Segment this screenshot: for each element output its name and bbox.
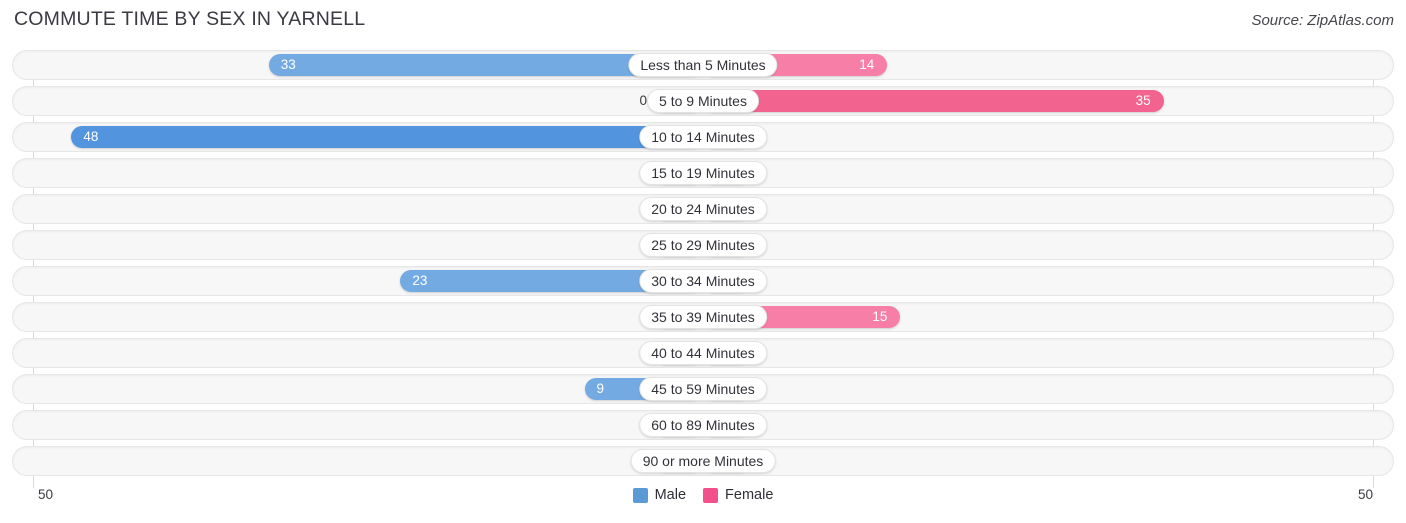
category-label: 30 to 34 Minutes <box>639 269 767 293</box>
female-bar[interactable] <box>703 90 1164 112</box>
male-value-label: 23 <box>412 273 428 288</box>
chart-page: COMMUTE TIME BY SEX IN YARNELL Source: Z… <box>0 0 1406 523</box>
chart-row[interactable]: 33 14 Less than 5 Minutes <box>12 50 1394 80</box>
female-color-swatch <box>703 487 719 503</box>
male-bar[interactable] <box>71 126 703 148</box>
legend-label-female: Female <box>725 487 774 503</box>
chart-row[interactable]: 0 35 5 to 9 Minutes <box>12 86 1394 116</box>
male-value-label: 9 <box>596 381 605 396</box>
category-label: Less than 5 Minutes <box>628 53 778 77</box>
female-value-label: 35 <box>1135 93 1151 108</box>
legend-item-female[interactable]: Female <box>703 487 773 503</box>
male-value-label: 33 <box>280 57 296 72</box>
female-value-label: 14 <box>859 57 875 72</box>
category-label: 5 to 9 Minutes <box>647 89 759 113</box>
category-label: 15 to 19 Minutes <box>639 161 767 185</box>
category-label: 45 to 59 Minutes <box>639 377 767 401</box>
page-title: COMMUTE TIME BY SEX IN YARNELL <box>14 8 366 30</box>
category-label: 40 to 44 Minutes <box>639 341 767 365</box>
chart-row[interactable]: 0015 to 19 Minutes <box>12 158 1394 188</box>
category-label: 90 or more Minutes <box>630 449 776 473</box>
chart-row[interactable]: 0020 to 24 Minutes <box>12 194 1394 224</box>
male-color-swatch <box>632 487 648 503</box>
category-label: 25 to 29 Minutes <box>639 233 767 257</box>
category-label: 60 to 89 Minutes <box>639 413 767 437</box>
category-label: 10 to 14 Minutes <box>639 125 767 149</box>
chart-row[interactable]: 0040 to 44 Minutes <box>12 338 1394 368</box>
chart-plot-area: 33 14 Less than 5 Minutes 0 35 5 to 9 Minutes… <box>12 50 1394 488</box>
legend-item-male[interactable]: Male <box>632 487 687 503</box>
male-value-label: 0 <box>639 93 647 108</box>
legend-label-male: Male <box>654 487 687 503</box>
chart-row[interactable]: 23030 to 34 Minutes <box>12 266 1394 296</box>
female-value-label: 15 <box>872 309 888 324</box>
chart-legend: Male Female <box>0 487 1406 503</box>
chart-row[interactable]: 01535 to 39 Minutes <box>12 302 1394 332</box>
category-label: 35 to 39 Minutes <box>639 305 767 329</box>
chart-row[interactable]: 9045 to 59 Minutes <box>12 374 1394 404</box>
chart-row[interactable]: 48010 to 14 Minutes <box>12 122 1394 152</box>
male-value-label: 48 <box>83 129 99 144</box>
source-attribution: Source: ZipAtlas.com <box>1251 12 1394 29</box>
chart-row[interactable]: 0025 to 29 Minutes <box>12 230 1394 260</box>
chart-row[interactable]: 0090 or more Minutes <box>12 446 1394 476</box>
category-label: 20 to 24 Minutes <box>639 197 767 221</box>
chart-row[interactable]: 0060 to 89 Minutes <box>12 410 1394 440</box>
